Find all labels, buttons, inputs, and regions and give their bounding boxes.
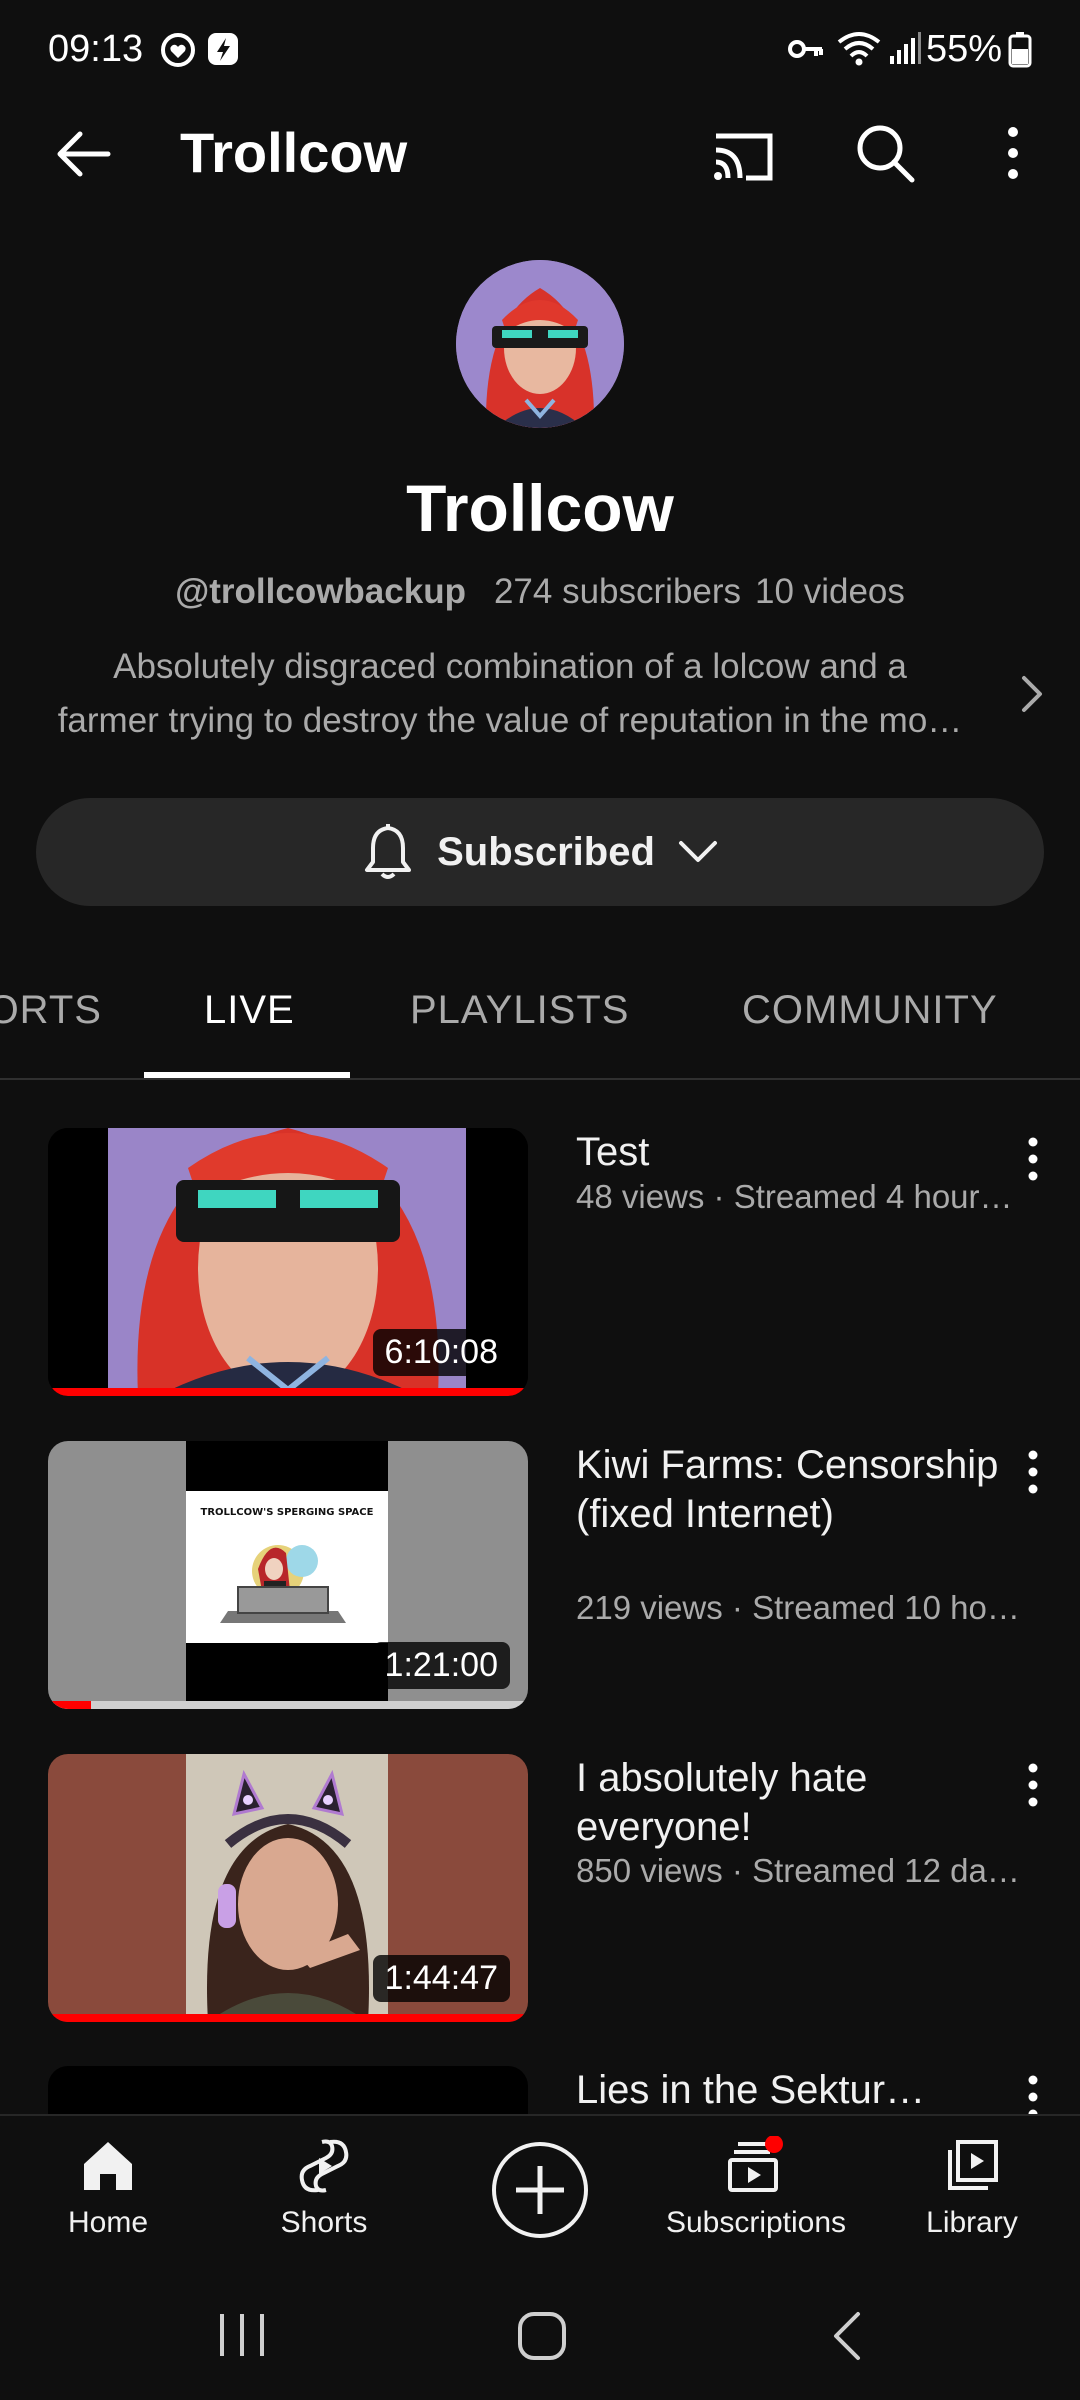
watch-progress [48, 2014, 528, 2022]
app-notification-icon [208, 33, 238, 65]
video-duration: 1:44:47 [372, 1955, 510, 2002]
video-meta: 48 views · Streamed 4 hour… [576, 1178, 1013, 1215]
video-title[interactable]: I absolutely hate everyone! [576, 1754, 1016, 1852]
channel-avatar[interactable] [456, 260, 624, 428]
channel-handle: @trollcowbackup [175, 572, 466, 611]
video-more-icon[interactable] [1020, 1760, 1046, 1810]
tab-live[interactable]: LIVE [204, 988, 295, 1033]
tab-community[interactable]: COMMUNITY [742, 988, 998, 1033]
bottom-navigation: Home Shorts Subscriptions Library [0, 2114, 1080, 2266]
nav-home[interactable]: Home [0, 2136, 216, 2240]
nav-subscriptions[interactable]: Subscriptions [648, 2136, 864, 2240]
page-title: Trollcow [180, 121, 408, 184]
subscribed-label: Subscribed [437, 829, 655, 874]
status-time: 09:13 [48, 28, 144, 70]
shorts-icon [299, 2139, 349, 2193]
active-tab-indicator [144, 1072, 350, 1078]
video-more-icon[interactable] [1020, 1134, 1046, 1184]
nav-subscriptions-label: Subscriptions [665, 2206, 847, 2239]
home-system-icon[interactable] [516, 2310, 568, 2362]
create-button[interactable] [490, 2140, 590, 2240]
video-title[interactable]: Test [576, 1128, 1016, 1177]
wifi-icon [837, 32, 881, 66]
tab-shorts[interactable]: SHORTS [0, 988, 102, 1033]
video-title[interactable]: Kiwi Farms: Censorship (fixed Internet) [576, 1441, 1016, 1539]
more-options-icon[interactable] [996, 120, 1030, 186]
video-meta: 219 views · Streamed 10 ho… [576, 1589, 1020, 1626]
recent-apps-icon[interactable] [214, 2310, 270, 2360]
video-item[interactable]: Lies in the Sektur… [0, 2066, 1080, 2114]
nav-shorts-label: Shorts [280, 2206, 368, 2239]
subscribed-button[interactable]: Subscribed [36, 798, 1044, 906]
system-navigation-bar [0, 2266, 1080, 2400]
signal-icon [890, 32, 921, 64]
subscriptions-icon [728, 2136, 783, 2192]
heart-shield-icon [161, 33, 195, 67]
chevron-down-icon [678, 841, 717, 862]
battery-icon [1008, 32, 1032, 68]
video-more-icon[interactable] [1020, 1447, 1046, 1497]
vpn-key-icon [788, 40, 823, 58]
channel-meta: @trollcowbackup 274 subscribers 10 videos [0, 572, 1080, 612]
bell-icon [365, 824, 412, 879]
channel-tabs: SHORTS LIVE PLAYLISTS COMMUNITY [0, 958, 1080, 1080]
channel-description[interactable]: Absolutely disgraced combination of a lo… [40, 640, 980, 748]
status-bar: 09:13 55% [0, 0, 1080, 100]
description-line: Absolutely disgraced combination of a lo… [113, 647, 907, 686]
nav-shorts[interactable]: Shorts [216, 2136, 432, 2240]
watch-progress [48, 1388, 528, 1396]
video-meta: 850 views · Streamed 12 da… [576, 1852, 1020, 1889]
subscriber-count: 274 subscribers [493, 572, 742, 611]
home-icon [84, 2142, 132, 2190]
video-duration: 1:21:00 [372, 1642, 510, 1689]
video-thumbnail[interactable] [48, 2066, 528, 2114]
channel-name: Trollcow [406, 471, 674, 545]
video-duration: 6:10:08 [372, 1329, 510, 1376]
avatar-image [456, 260, 624, 428]
search-icon[interactable] [852, 120, 918, 186]
nav-library-label: Library [926, 2206, 1018, 2239]
thumbnail-caption: TROLLCOW'S SPERGING SPACE [201, 1507, 374, 1518]
battery-percent: 55% [925, 28, 1002, 70]
video-more-icon[interactable] [1020, 2072, 1046, 2114]
video-thumbnail[interactable]: 6:10:08 [48, 1128, 528, 1396]
video-thumbnail[interactable]: TROLLCOW'S SPERGING SPACE 1:21:00 [48, 1441, 528, 1709]
chevron-right-icon[interactable] [1016, 672, 1048, 716]
back-arrow-icon[interactable] [52, 122, 116, 186]
description-line: farmer trying to destroy the value of re… [57, 701, 963, 740]
nav-library[interactable]: Library [864, 2136, 1080, 2240]
watch-progress [48, 1701, 528, 1709]
nav-home-label: Home [67, 2206, 149, 2239]
tab-playlists[interactable]: PLAYLISTS [410, 988, 629, 1033]
cast-icon[interactable] [710, 122, 776, 188]
top-app-bar: Trollcow [0, 100, 1080, 208]
video-count: 10 videos [755, 572, 905, 611]
thumbnail-caption-text: TROLLCOW'S SPERGING SPACE [201, 1507, 374, 1518]
video-thumbnail[interactable]: 1:44:47 [48, 1754, 528, 2022]
video-title[interactable]: Lies in the Sektur… [576, 2066, 1016, 2114]
library-icon [948, 2140, 998, 2190]
back-system-icon[interactable] [826, 2310, 866, 2362]
